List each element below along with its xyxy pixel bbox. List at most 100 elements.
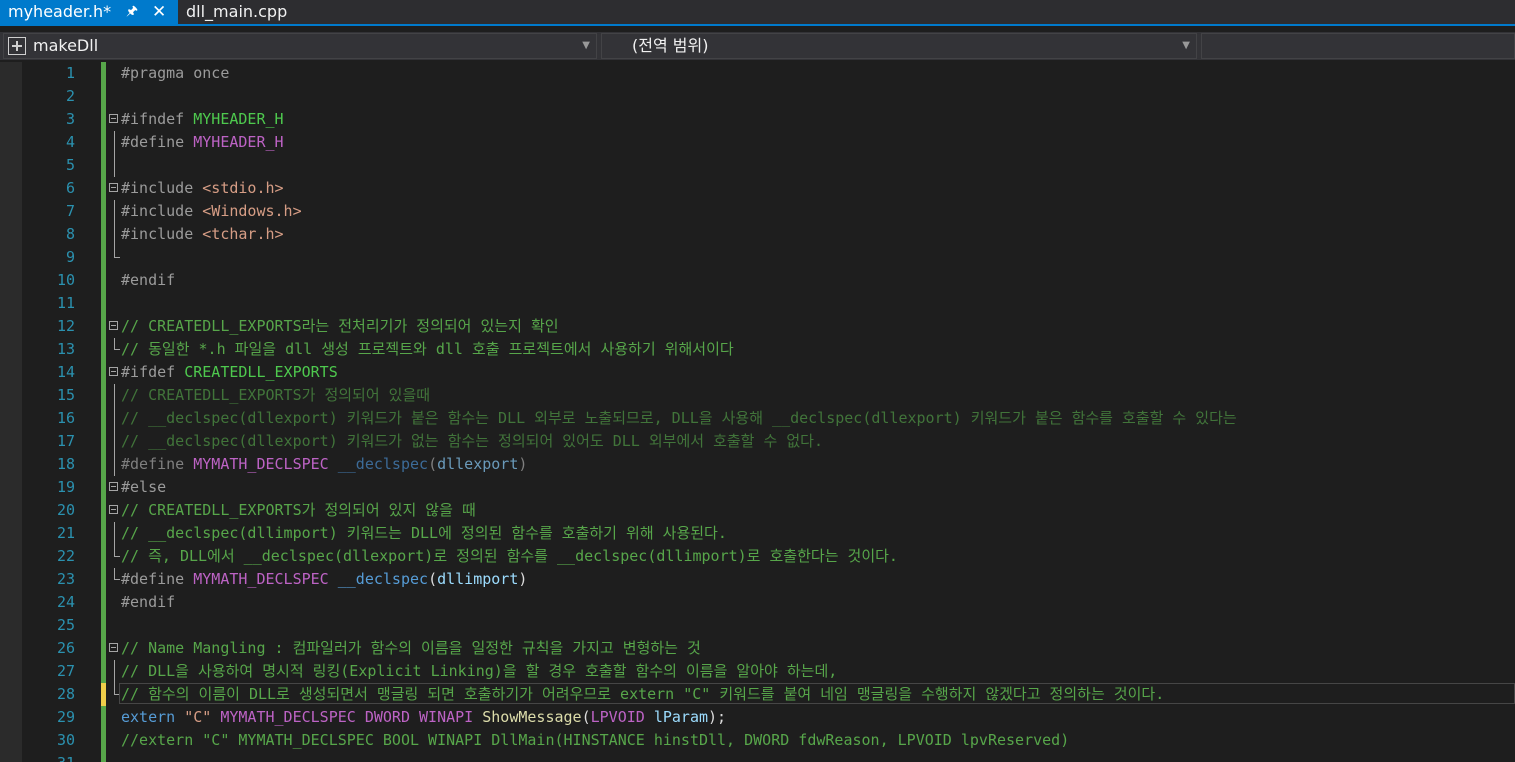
code-text: #ifdef CREATEDLL_EXPORTS xyxy=(121,363,338,381)
change-marker xyxy=(101,200,106,223)
change-marker xyxy=(101,361,106,384)
line-number: 12 xyxy=(56,317,75,335)
code-line-30[interactable]: 30 //extern "C" MYMATH_DECLSPEC BOOL WIN… xyxy=(22,729,1515,752)
member-dropdown[interactable] xyxy=(1201,33,1515,59)
collapse-icon[interactable] xyxy=(109,643,118,652)
change-marker xyxy=(101,591,106,614)
code-line-26[interactable]: 26 // Name Mangling : 컴파일러가 함수의 이름을 일정한 … xyxy=(22,637,1515,660)
line-number: 29 xyxy=(56,708,75,726)
code-text: // 동일한 *.h 파일을 dll 생성 프로젝트와 dll 호출 프로젝트에… xyxy=(121,340,734,358)
outline-guide xyxy=(114,154,115,177)
change-marker xyxy=(101,614,106,637)
code-line-17[interactable]: 17 // __declspec(dllexport) 키워드가 없는 함수는 … xyxy=(22,430,1515,453)
collapse-icon[interactable] xyxy=(109,321,118,330)
code-line-31[interactable]: 31 xyxy=(22,752,1515,762)
change-marker xyxy=(101,315,106,338)
line-number: 28 xyxy=(56,685,75,703)
tab-myheader-h[interactable]: myheader.h* 🖈︎ ✕ xyxy=(0,0,178,24)
pin-icon[interactable]: 🖈︎ xyxy=(126,0,138,24)
code-text: //extern "C" MYMATH_DECLSPEC BOOL WINAPI… xyxy=(121,731,1070,749)
change-marker xyxy=(101,660,106,683)
line-number: 13 xyxy=(56,340,75,358)
code-text: extern "C" MYMATH_DECLSPEC DWORD WINAPI … xyxy=(121,708,727,726)
code-text: // 즉, DLL에서 __declspec(dllexport)로 정의된 함… xyxy=(121,547,898,565)
change-marker xyxy=(101,476,106,499)
change-marker xyxy=(101,85,106,108)
line-number: 23 xyxy=(56,570,75,588)
outline-guide xyxy=(114,131,115,154)
outline-guide-end xyxy=(114,545,120,557)
line-number: 5 xyxy=(65,156,75,174)
document-tab-bar: myheader.h* 🖈︎ ✕ dll_main.cpp xyxy=(0,0,1515,26)
code-line-4[interactable]: 4 #define MYHEADER_H xyxy=(22,131,1515,154)
glyph-margin xyxy=(0,62,22,762)
code-text: // __declspec(dllimport) 키워드는 DLL에 정의된 함… xyxy=(121,524,727,542)
line-number: 14 xyxy=(56,363,75,381)
code-line-23[interactable]: 23 #define MYMATH_DECLSPEC __declspec(dl… xyxy=(22,568,1515,591)
code-line-16[interactable]: 16 // __declspec(dllexport) 키워드가 붙은 함수는 … xyxy=(22,407,1515,430)
code-line-15[interactable]: 15 // CREATEDLL_EXPORTS가 정의되어 있을때 xyxy=(22,384,1515,407)
outline-guide xyxy=(114,660,115,683)
code-text: #include <tchar.h> xyxy=(121,225,284,243)
project-dropdown[interactable]: makeDll ▼ xyxy=(3,33,597,59)
code-line-2[interactable]: 2 xyxy=(22,85,1515,108)
chevron-down-icon: ▼ xyxy=(582,40,590,51)
code-line-10[interactable]: 10 #endif xyxy=(22,269,1515,292)
chevron-down-icon: ▼ xyxy=(1182,40,1190,51)
code-line-5[interactable]: 5 xyxy=(22,154,1515,177)
outline-guide xyxy=(114,384,115,407)
collapse-icon[interactable] xyxy=(109,183,118,192)
line-number: 2 xyxy=(65,87,75,105)
change-marker xyxy=(101,568,106,591)
line-number: 10 xyxy=(56,271,75,289)
code-text: #ifndef MYHEADER_H xyxy=(121,110,284,128)
line-number: 6 xyxy=(65,179,75,197)
collapse-icon[interactable] xyxy=(109,367,118,376)
change-marker xyxy=(101,223,106,246)
change-marker xyxy=(101,108,106,131)
code-line-12[interactable]: 12 // CREATEDLL_EXPORTS라는 전처리기가 정의되어 있는지… xyxy=(22,315,1515,338)
scope-dropdown[interactable]: (전역 범위) ▼ xyxy=(601,33,1197,59)
code-text: #endif xyxy=(121,593,176,611)
line-number: 4 xyxy=(65,133,75,151)
code-editor[interactable]: 1 #pragma once 2 3 #ifndef MYHEADER_H 4 … xyxy=(0,62,1515,762)
code-line-29[interactable]: 29 extern "C" MYMATH_DECLSPEC DWORD WINA… xyxy=(22,706,1515,729)
collapse-icon[interactable] xyxy=(109,114,118,123)
code-line-6[interactable]: 6 #include <stdio.h> xyxy=(22,177,1515,200)
collapse-icon[interactable] xyxy=(109,505,118,514)
code-line-14[interactable]: 14 #ifdef CREATEDLL_EXPORTS xyxy=(22,361,1515,384)
code-line-18[interactable]: 18 #define MYMATH_DECLSPEC __declspec(dl… xyxy=(22,453,1515,476)
code-line-25[interactable]: 25 xyxy=(22,614,1515,637)
code-text: // CREATEDLL_EXPORTS가 정의되어 있지 않을 때 xyxy=(121,501,476,519)
line-number: 7 xyxy=(65,202,75,220)
code-line-11[interactable]: 11 xyxy=(22,292,1515,315)
code-line-24[interactable]: 24 #endif xyxy=(22,591,1515,614)
code-line-19[interactable]: 19 #else xyxy=(22,476,1515,499)
code-line-3[interactable]: 3 #ifndef MYHEADER_H xyxy=(22,108,1515,131)
line-number: 21 xyxy=(56,524,75,542)
code-text: #define MYMATH_DECLSPEC __declspec(dllex… xyxy=(121,455,528,473)
code-line-22[interactable]: 22 // 즉, DLL에서 __declspec(dllexport)로 정의… xyxy=(22,545,1515,568)
code-line-21[interactable]: 21 // __declspec(dllimport) 키워드는 DLL에 정의… xyxy=(22,522,1515,545)
change-marker xyxy=(101,177,106,200)
code-line-1[interactable]: 1 #pragma once xyxy=(22,62,1515,85)
change-marker xyxy=(101,269,106,292)
change-marker xyxy=(101,706,106,729)
code-line-9[interactable]: 9 xyxy=(22,246,1515,269)
change-marker xyxy=(101,62,106,85)
code-line-7[interactable]: 7 #include <Windows.h> xyxy=(22,200,1515,223)
close-icon[interactable]: ✕ xyxy=(152,0,166,24)
code-text: #define MYHEADER_H xyxy=(121,133,284,151)
code-line-28[interactable]: 28 // 함수의 이름이 DLL로 생성되면서 맹글링 되면 호출하기가 어려… xyxy=(22,683,1515,706)
collapse-icon[interactable] xyxy=(109,482,118,491)
code-line-20[interactable]: 20 // CREATEDLL_EXPORTS가 정의되어 있지 않을 때 xyxy=(22,499,1515,522)
code-line-27[interactable]: 27 // DLL을 사용하여 명시적 링킹(Explicit Linking)… xyxy=(22,660,1515,683)
outline-guide-end xyxy=(114,338,120,350)
line-number: 26 xyxy=(56,639,75,657)
code-text: // DLL을 사용하여 명시적 링킹(Explicit Linking)을 할… xyxy=(121,662,838,680)
outline-guide-end xyxy=(114,568,120,580)
line-number: 20 xyxy=(56,501,75,519)
tab-dll-main-cpp[interactable]: dll_main.cpp xyxy=(178,0,318,24)
code-line-13[interactable]: 13 // 동일한 *.h 파일을 dll 생성 프로젝트와 dll 호출 프로… xyxy=(22,338,1515,361)
code-line-8[interactable]: 8 #include <tchar.h> xyxy=(22,223,1515,246)
